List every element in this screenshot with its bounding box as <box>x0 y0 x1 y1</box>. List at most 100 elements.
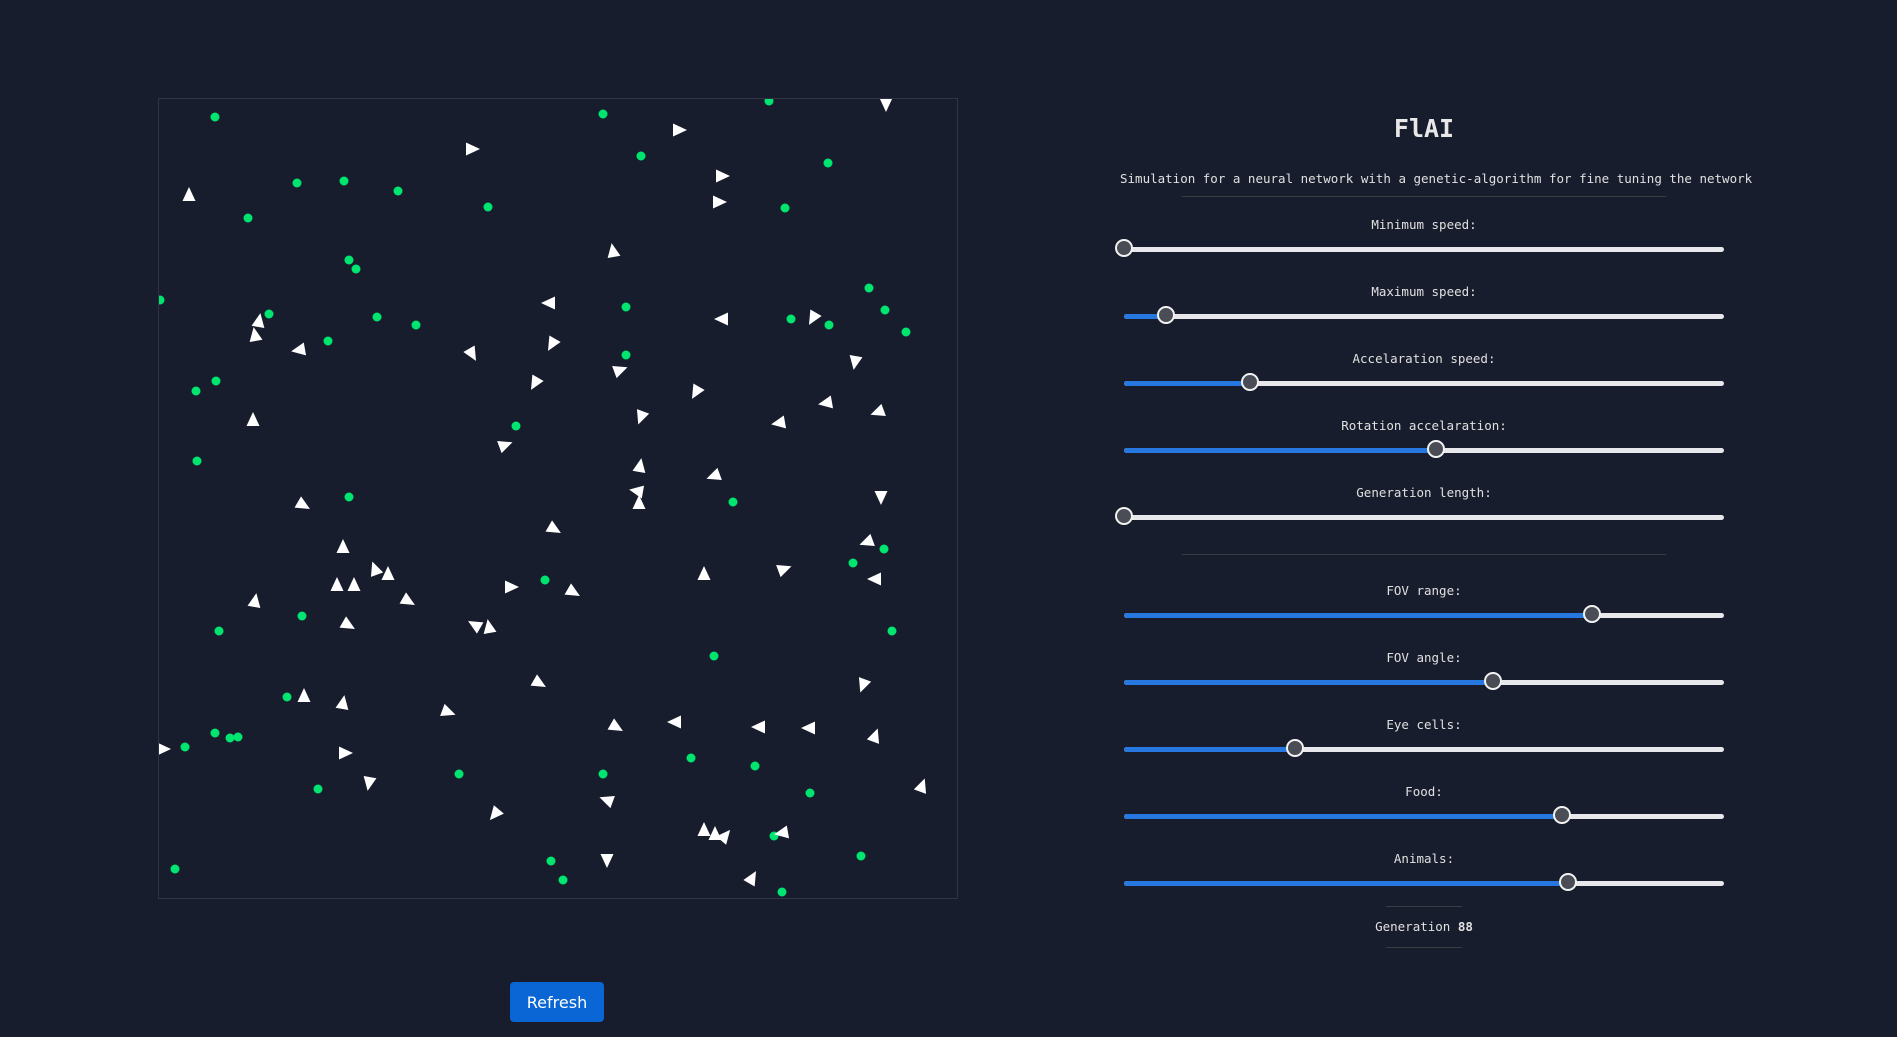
fov-range-slider-fill <box>1124 613 1592 618</box>
agent-triangle <box>247 593 261 609</box>
agent-triangle <box>545 520 561 533</box>
food-dot <box>621 302 631 312</box>
agent-triangle <box>607 243 621 259</box>
agent-triangle <box>336 539 350 553</box>
speed-settings-group: Minimum speed: Maximum speed: Accelaration… <box>1115 217 1728 552</box>
divider <box>1386 947 1462 948</box>
food-dot <box>540 575 550 585</box>
generation-length-label: Generation length: <box>1356 485 1492 500</box>
fov-angle-slider[interactable] <box>1124 672 1724 690</box>
agent-triangle <box>697 566 711 580</box>
food-dot <box>372 312 382 322</box>
food-dot <box>764 99 774 106</box>
world-settings-group: FOV range: FOV angle: Eye cells: Food: Anima… <box>1120 583 1728 918</box>
fov-range-slider[interactable] <box>1124 605 1724 623</box>
fov-range-label: FOV range: <box>1386 583 1462 598</box>
fov-range-slider-thumb[interactable] <box>1583 605 1601 623</box>
food-dot <box>243 213 253 223</box>
food-dot <box>233 732 243 742</box>
generation-length-slider-thumb[interactable] <box>1115 507 1133 525</box>
fov-range-slider-block: FOV range: <box>1120 583 1728 650</box>
agent-triangle <box>381 566 395 580</box>
animals-slider-thumb[interactable] <box>1559 873 1577 891</box>
agent-triangle <box>859 533 875 547</box>
animals-label: Animals: <box>1393 851 1455 866</box>
eye-cells-slider-fill <box>1124 747 1295 752</box>
food-dot <box>264 309 274 319</box>
food-dot <box>191 386 201 396</box>
agent-triangle <box>801 721 815 735</box>
agent-triangle <box>874 491 888 505</box>
minimum-speed-slider-thumb[interactable] <box>1115 239 1133 257</box>
maximum-speed-slider[interactable] <box>1124 306 1724 324</box>
fov-angle-slider-thumb[interactable] <box>1484 672 1502 690</box>
agent-triangle <box>399 592 415 605</box>
agent-triangle <box>879 99 893 112</box>
food-slider[interactable] <box>1124 806 1724 824</box>
food-dot <box>786 314 796 324</box>
food-dot <box>344 492 354 502</box>
rotation-accelaration-slider-thumb[interactable] <box>1427 440 1445 458</box>
food-dot <box>297 611 307 621</box>
agent-triangle <box>636 409 650 425</box>
agent-triangle <box>612 365 628 379</box>
food-dot <box>282 692 292 702</box>
agent-triangle <box>339 616 355 629</box>
refresh-button[interactable]: Refresh <box>510 982 604 1022</box>
food-dot <box>805 788 815 798</box>
agent-triangle <box>339 746 353 760</box>
animals-slider-block: Animals: <box>1120 851 1728 918</box>
agent-triangle <box>716 829 731 845</box>
agent-triangle <box>599 795 615 809</box>
food-label: Food: <box>1405 784 1443 799</box>
agent-triangle <box>505 580 519 594</box>
food-slider-thumb[interactable] <box>1553 806 1571 824</box>
agent-triangle <box>632 495 646 509</box>
agent-triangle <box>870 403 886 417</box>
agent-triangle <box>530 674 546 687</box>
agent-triangle <box>370 561 384 577</box>
agent-triangle <box>771 415 787 429</box>
generation-label: Generation <box>1375 919 1451 934</box>
eye-cells-slider[interactable] <box>1124 739 1724 757</box>
eye-cells-slider-thumb[interactable] <box>1286 739 1304 757</box>
food-dot <box>823 158 833 168</box>
food-dot <box>636 151 646 161</box>
maximum-speed-slider-thumb[interactable] <box>1157 306 1175 324</box>
agent-triangle <box>246 412 260 426</box>
accelaration-speed-slider[interactable] <box>1124 373 1724 391</box>
minimum-speed-label: Minimum speed: <box>1371 217 1477 232</box>
agent-triangle <box>497 440 513 454</box>
food-dot <box>879 544 889 554</box>
accelaration-speed-slider-thumb[interactable] <box>1241 373 1259 391</box>
agent-triangle <box>531 374 544 390</box>
agent-triangle <box>776 564 792 578</box>
agent-triangle <box>159 743 171 755</box>
control-panel: FlAI Simulation for a neural network wit… <box>1115 100 1752 948</box>
food-dot <box>887 626 897 636</box>
food-dot <box>901 327 911 337</box>
agent-triangle <box>714 312 728 326</box>
food-dot <box>339 176 349 186</box>
agent-triangle <box>294 496 310 509</box>
minimum-speed-slider[interactable] <box>1115 239 1724 257</box>
food-dot <box>777 887 787 897</box>
food-slider-block: Food: <box>1120 784 1728 851</box>
food-dot <box>728 497 738 507</box>
agent-triangle <box>330 577 344 591</box>
minimum-speed-slider-block: Minimum speed: <box>1115 217 1728 284</box>
simulation-canvas <box>158 98 958 899</box>
agent-triangle <box>363 775 377 791</box>
agent-triangle <box>600 854 614 868</box>
agent-triangle <box>297 688 311 702</box>
food-dot <box>546 856 556 866</box>
agent-triangle <box>667 715 681 729</box>
rotation-accelaration-slider[interactable] <box>1124 440 1724 458</box>
generation-length-slider[interactable] <box>1115 507 1724 525</box>
animals-slider[interactable] <box>1124 873 1724 891</box>
agent-triangle <box>866 728 880 744</box>
food-dot <box>225 733 235 743</box>
food-dot <box>558 875 568 885</box>
agent-triangle <box>291 342 307 356</box>
food-dot <box>180 742 190 752</box>
